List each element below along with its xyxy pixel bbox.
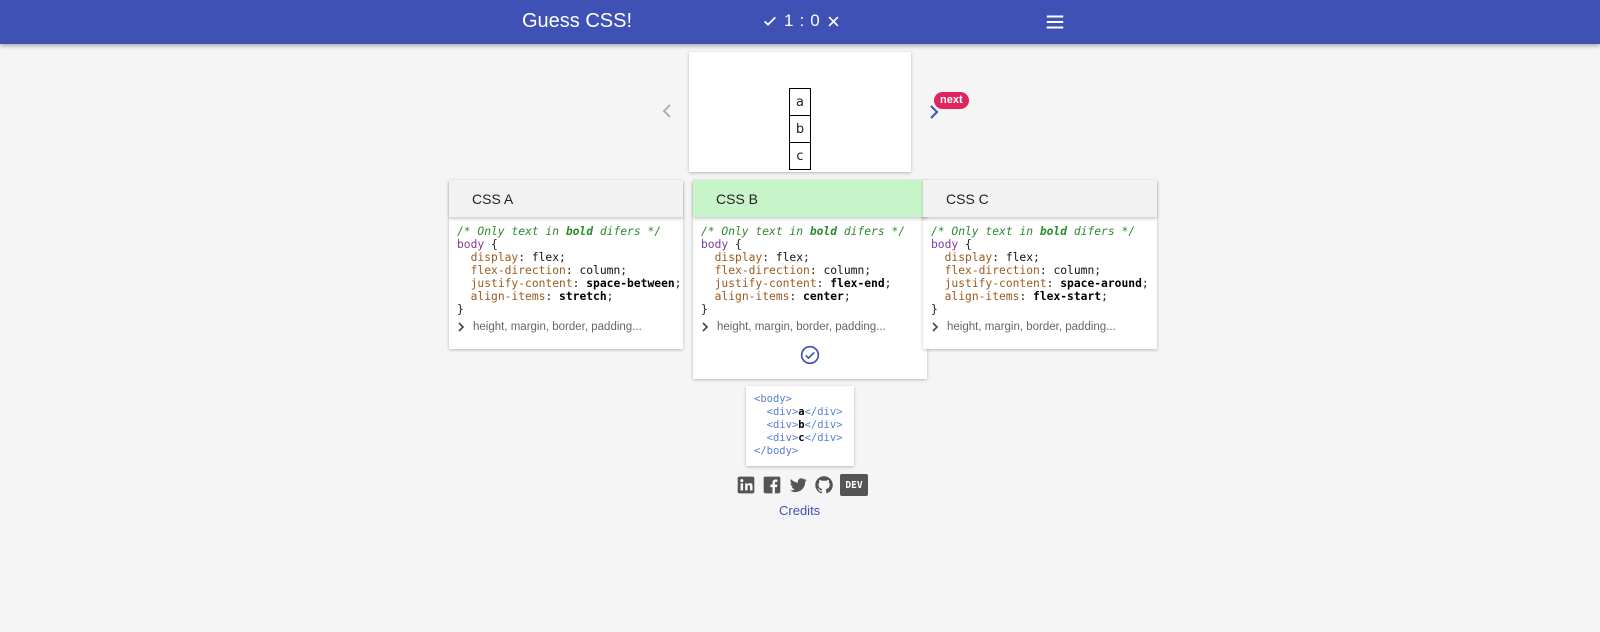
preview-box-a: a xyxy=(789,88,811,116)
twitter-icon[interactable] xyxy=(788,475,808,495)
chevron-left-icon xyxy=(662,104,671,118)
previous-button[interactable] xyxy=(659,101,675,121)
check-icon xyxy=(764,16,776,26)
score-correct: 1 xyxy=(784,11,794,30)
css-option-title[interactable]: CSS A xyxy=(449,180,683,217)
code-comment: /* Only text in bold difers */ xyxy=(931,225,1136,238)
expand-details[interactable]: height, margin, border, padding... xyxy=(449,316,683,349)
close-icon xyxy=(828,16,839,26)
css-option-a[interactable]: CSS A /* Only text in bold difers */ bod… xyxy=(449,180,683,349)
expand-details-label: height, margin, border, padding... xyxy=(947,321,1116,333)
top-app-bar: Guess CSS! 1 : 0 xyxy=(0,0,1600,44)
expand-details-label: height, margin, border, padding... xyxy=(717,321,886,333)
dev-icon[interactable]: DEV xyxy=(840,474,868,496)
menu-button[interactable] xyxy=(1044,11,1066,33)
chevron-right-icon xyxy=(702,322,709,332)
next-badge[interactable]: next xyxy=(934,92,969,109)
score-wrong: 0 xyxy=(810,11,820,30)
css-code-block: /* Only text in bold difers */ body { di… xyxy=(457,225,682,316)
check-circle-icon xyxy=(800,345,820,365)
social-links: DEV xyxy=(736,474,868,496)
score-separator: : xyxy=(799,11,805,30)
css-option-c[interactable]: CSS C /* Only text in bold difers */ bod… xyxy=(923,180,1157,349)
chevron-right-icon xyxy=(932,322,939,332)
score: 1 : 0 xyxy=(762,11,841,31)
css-selector: body xyxy=(457,238,485,251)
correct-answer-indicator xyxy=(693,345,927,379)
css-selector: body xyxy=(701,238,729,251)
css-option-title[interactable]: CSS C xyxy=(923,180,1157,217)
chevron-right-icon xyxy=(458,322,465,332)
css-code-block: /* Only text in bold difers */ body { di… xyxy=(701,225,906,316)
expand-details[interactable]: height, margin, border, padding... xyxy=(923,316,1157,349)
linkedin-icon[interactable] xyxy=(736,475,756,495)
app-title: Guess CSS! xyxy=(522,10,633,32)
layout-preview: a b c xyxy=(689,52,911,172)
credits-link[interactable]: Credits xyxy=(779,503,820,518)
html-source-block: <body> <div>a</div> <div>b</div> <div>c<… xyxy=(746,386,854,466)
css-code-block: /* Only text in bold difers */ body { di… xyxy=(931,225,1149,316)
hamburger-menu-icon xyxy=(1046,15,1064,29)
css-option-title[interactable]: CSS B xyxy=(693,180,927,217)
github-icon[interactable] xyxy=(814,475,834,495)
css-selector: body xyxy=(931,238,959,251)
code-comment: /* Only text in bold difers */ xyxy=(457,225,662,238)
facebook-icon[interactable] xyxy=(762,475,782,495)
preview-box-b: b xyxy=(789,115,811,143)
css-option-b[interactable]: CSS B /* Only text in bold difers */ bod… xyxy=(693,180,927,379)
code-comment: /* Only text in bold difers */ xyxy=(701,225,906,238)
preview-box-c: c xyxy=(789,142,811,170)
expand-details-label: height, margin, border, padding... xyxy=(473,321,642,333)
